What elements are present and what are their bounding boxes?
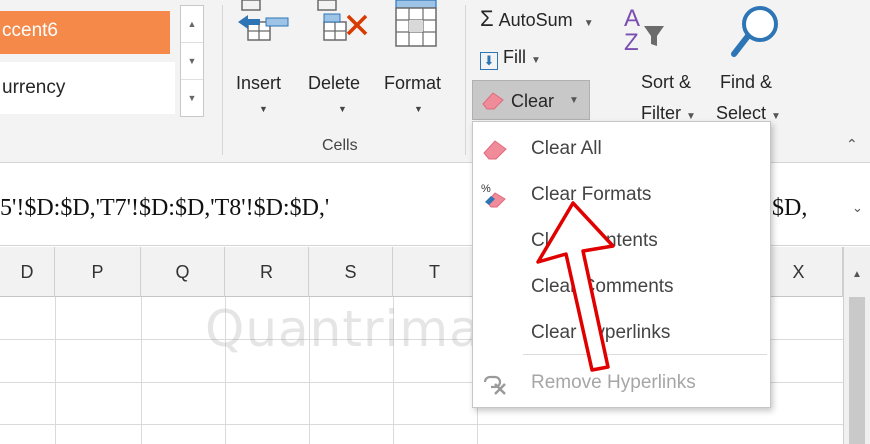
delete-cells-icon [317,0,368,41]
grid-col-line [309,297,310,444]
sigma-icon: Σ [480,6,494,31]
clear-dropdown-menu: Clear All % Clear Formats Clear Contents… [472,121,771,408]
find-caret-icon: ▼ [771,111,781,122]
grid-col-line [55,297,56,444]
menu-item-remove-hyperlinks[interactable]: Remove Hyperlinks [473,360,770,406]
column-header-label: X [792,262,805,282]
menu-item-clear-hyperlinks[interactable]: Clear Hyperlinks [473,310,770,356]
column-header[interactable]: Q [141,247,225,297]
insert-cells-icon [238,0,289,41]
delete-label: Delete [308,73,361,93]
clear-caret-icon: ▼ [569,95,579,106]
fill-button[interactable]: ⬇ Fill ▼ [480,47,541,70]
clear-button[interactable]: Clear ▼ [472,80,590,120]
cell-style-accent6[interactable]: ccent6 [0,11,170,54]
menu-item-label: Clear Comments [531,276,674,297]
menu-item-label: Clear Formats [531,184,652,205]
expand-formula-icon[interactable]: ⌄ [852,200,863,216]
fill-label: Fill [503,47,527,67]
cells-group-label: Cells [322,137,358,154]
eraser-icon [482,92,504,110]
vertical-scrollbar[interactable]: ▲ [843,247,870,444]
cell-style-currency-label: urrency [2,77,66,98]
autosum-label: AutoSum [498,10,573,30]
clear-label: Clear [511,91,555,111]
menu-separator [523,354,767,355]
column-header-label: P [91,262,104,282]
column-header[interactable]: R [225,247,309,297]
format-label: Format [384,73,442,93]
sort-filter-button[interactable]: Sort & [641,72,691,93]
group-divider [222,5,223,155]
column-header-label: S [344,262,357,282]
column-header-label: R [260,262,273,282]
fill-caret-icon: ▼ [531,55,541,66]
svg-text:%: % [481,183,491,195]
svg-text:A: A [624,5,640,32]
fill-down-icon: ⬇ [480,52,498,70]
format-cells-icon [395,0,437,47]
format-caret-icon: ▼ [414,104,423,114]
formula-text: 5'!$D:$D,'T7'!$D:$D,'T8'!$D:$D,' [0,195,330,221]
menu-item-clear-all[interactable]: Clear All [473,126,770,172]
find-label-2: Select [716,103,767,123]
collapse-ribbon-icon[interactable]: ⌃ [846,136,858,153]
menu-item-clear-comments[interactable]: Clear Comments [473,264,770,310]
autosum-caret-icon: ▼ [583,18,594,29]
grid-row-line [0,424,843,425]
clear-formats-icon: % [481,183,506,208]
grid-col-line [393,297,394,444]
scroll-up-icon[interactable]: ▲ [844,269,870,280]
remove-link-icon [483,375,506,395]
column-header[interactable]: D [0,247,55,297]
svg-text:Z: Z [624,29,639,56]
column-header[interactable]: S [309,247,393,297]
menu-item-label: Clear Hyperlinks [531,322,671,343]
column-header-label: T [429,262,440,282]
menu-item-clear-formats[interactable]: % Clear Formats [473,172,770,218]
gallery-down-icon[interactable]: ▼ [181,43,203,80]
insert-caret-icon: ▼ [259,104,268,114]
grid-col-line [225,297,226,444]
column-header[interactable]: T [393,247,477,297]
autosum-button[interactable]: Σ AutoSum ▼ [480,6,594,32]
formula-text-tail: $D, [772,195,808,221]
find-select-button[interactable]: Find & [720,72,772,93]
sort-label-2: Filter [641,103,681,123]
gallery-up-icon[interactable]: ▲ [181,6,203,43]
find-label-1: Find & [720,72,773,92]
grid-col-line [141,297,142,444]
column-header-label: D [20,262,34,282]
column-header-label: Q [175,262,190,282]
menu-item-label: Remove Hyperlinks [531,372,696,393]
insert-label: Insert [236,73,282,93]
group-divider [465,5,466,155]
menu-item-label: Clear All [531,138,602,159]
menu-item-clear-contents[interactable]: Clear Contents [473,218,770,264]
gallery-more-icon[interactable]: ▼ [181,80,203,117]
column-header[interactable]: X [765,247,843,297]
eraser-icon [483,140,507,160]
find-magnifier-icon [731,6,778,57]
cell-style-accent6-label: ccent6 [2,20,58,41]
delete-caret-icon: ▼ [338,104,347,114]
sort-label-1: Sort & [641,72,692,92]
styles-gallery-scroll[interactable]: ▲ ▼ ▼ [180,5,204,117]
sort-az-icon: A Z [624,5,664,56]
scroll-thumb[interactable] [849,297,865,444]
column-header[interactable]: P [55,247,141,297]
cell-style-currency[interactable]: urrency [0,62,175,114]
menu-item-label: Clear Contents [531,230,658,251]
